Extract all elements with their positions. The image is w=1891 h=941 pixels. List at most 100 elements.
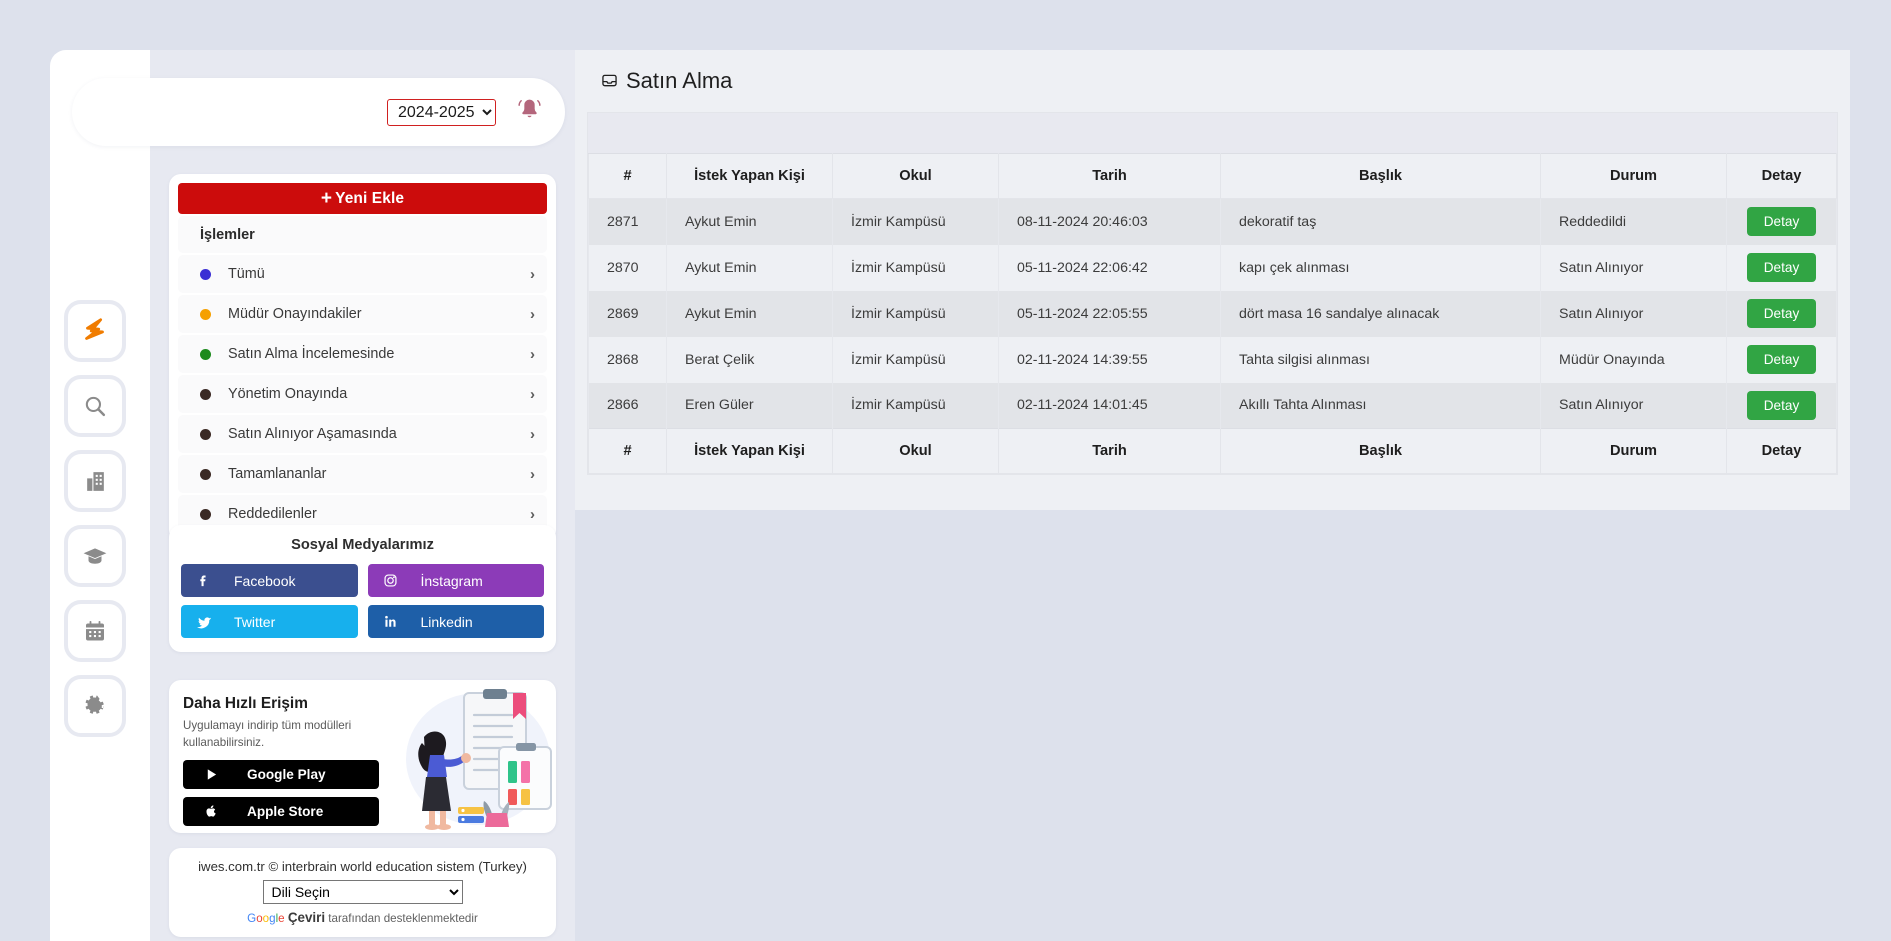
bell-icon <box>516 96 543 128</box>
cell-title: Akıllı Tahta Alınması <box>1220 382 1541 429</box>
operations-item-2[interactable]: Satın Alma İncelemesinde › <box>178 335 547 373</box>
detay-button[interactable]: Detay <box>1746 299 1817 328</box>
cell-title: Tahta silgisi alınması <box>1220 336 1541 383</box>
academic-year-select[interactable]: 2024-20252023-20242022-2023 <box>387 98 496 126</box>
language-select[interactable]: Dili SeçinEnglishTürkçeDeutsch <box>262 880 463 904</box>
rail-item-logo[interactable] <box>64 300 126 362</box>
detay-button[interactable]: Detay <box>1746 345 1817 374</box>
operations-item-label: Tümü <box>228 266 265 282</box>
notification-bell-button[interactable] <box>516 96 543 128</box>
cell-detay: Detay <box>1726 198 1837 245</box>
cell-status: Satın Alınıyor <box>1540 382 1727 429</box>
cell-detay: Detay <box>1726 244 1837 291</box>
operations-item-label: Satın Alınıyor Aşamasında <box>228 426 397 442</box>
table-row: 2868 Berat Çelik İzmir Kampüsü 02-11-2024 1… <box>588 336 1837 383</box>
apple-store-button[interactable]: Apple Store <box>183 796 379 826</box>
rail-item-calendar[interactable] <box>64 600 126 662</box>
col-header-date[interactable]: Tarih <box>998 153 1221 199</box>
search-icon <box>83 394 108 419</box>
calendar-icon <box>83 619 107 643</box>
building-icon <box>83 469 108 494</box>
detay-button[interactable]: Detay <box>1746 253 1817 282</box>
col-footer-title: Başlık <box>1220 428 1541 474</box>
cell-status: Satın Alınıyor <box>1540 244 1727 291</box>
operations-item-5[interactable]: Tamamlananlar › <box>178 455 547 493</box>
apple-icon <box>205 804 219 819</box>
cell-detay: Detay <box>1726 290 1837 337</box>
footer-card: iwes.com.tr © interbrain world education… <box>169 848 556 937</box>
rail-item-search[interactable] <box>64 375 126 437</box>
operations-card: + Yeni Ekle İşlemler Tümü › Müdür Onayında… <box>169 174 556 542</box>
detay-button[interactable]: Detay <box>1746 390 1817 420</box>
operations-item-label: Yönetim Onayında <box>228 386 348 402</box>
col-header-id[interactable]: # <box>588 153 667 199</box>
operations-item-0[interactable]: Tümü › <box>178 255 547 293</box>
chevron-right-icon: › <box>530 385 535 403</box>
icon-rail <box>64 300 146 737</box>
add-new-button[interactable]: + Yeni Ekle <box>178 183 547 214</box>
page-title: Satın Alma <box>575 50 1850 94</box>
social-button-label: Facebook <box>234 572 296 589</box>
cell-school: İzmir Kampüsü <box>832 244 999 291</box>
social-button-facebook[interactable]: Facebook <box>181 564 358 597</box>
detay-button[interactable]: Detay <box>1746 207 1817 237</box>
social-media-card: Sosyal Medyalarımız Facebook İnstagram Twi… <box>169 525 556 652</box>
facebook-icon <box>195 573 212 588</box>
cell-person: Aykut Emin <box>666 290 833 337</box>
cell-date: 02-11-2024 14:01:45 <box>998 382 1221 429</box>
cell-date: 02-11-2024 14:39:55 <box>998 336 1221 383</box>
cell-date: 05-11-2024 22:05:55 <box>998 290 1221 337</box>
table-body: 2871 Aykut Emin İzmir Kampüsü 08-11-2024 20… <box>588 198 1837 429</box>
social-button-twitter[interactable]: Twitter <box>181 605 358 638</box>
right-panel: Satın Alma # İstek Yapan Kişi Okul Tarih… <box>575 50 1850 490</box>
col-header-person[interactable]: İstek Yapan Kişi <box>666 153 833 199</box>
operations-item-4[interactable]: Satın Alınıyor Aşamasında › <box>178 415 547 453</box>
social-media-grid: Facebook İnstagram Twitter Linkedin <box>181 564 544 638</box>
cell-detay: Detay <box>1726 336 1837 383</box>
operations-list: Tümü › Müdür Onayındakiler › Satın Alma İnce… <box>178 255 547 533</box>
status-dot-icon <box>200 428 211 440</box>
cell-school: İzmir Kampüsü <box>832 290 999 337</box>
social-button-label: İnstagram <box>420 572 483 589</box>
rail-item-settings[interactable] <box>64 675 126 737</box>
play-triangle-icon <box>205 768 219 781</box>
table-footer-row: # İstek Yapan Kişi Okul Tarih Başlık Dur… <box>588 428 1837 474</box>
cell-person: Eren Güler <box>666 382 833 429</box>
operations-item-label: Satın Alma İncelemesinde <box>228 346 395 362</box>
google-translate-credit: Google Çeviri tarafından desteklenmekted… <box>179 910 546 925</box>
operations-item-1[interactable]: Müdür Onayındakiler › <box>178 295 547 333</box>
chevron-right-icon: › <box>530 465 535 483</box>
status-dot-icon <box>200 508 211 520</box>
col-header-status[interactable]: Durum <box>1540 153 1727 199</box>
col-header-detay[interactable]: Detay <box>1726 153 1837 199</box>
chevron-right-icon: › <box>530 345 535 363</box>
col-header-school[interactable]: Okul <box>832 153 999 199</box>
rail-item-campus[interactable] <box>64 450 126 512</box>
cell-date: 05-11-2024 22:06:42 <box>998 244 1221 291</box>
cell-id: 2868 <box>588 336 667 383</box>
operations-item-3[interactable]: Yönetim Onayında › <box>178 375 547 413</box>
promo-illustration <box>406 689 552 830</box>
apple-store-label: Apple Store <box>247 803 324 819</box>
purchase-table-card: # İstek Yapan Kişi Okul Tarih Başlık Dur… <box>587 112 1838 475</box>
operations-item-label: Müdür Onayındakiler <box>228 306 362 322</box>
translate-word: Çeviri <box>287 910 326 925</box>
col-footer-person: İstek Yapan Kişi <box>666 428 833 474</box>
add-new-label: Yeni Ekle <box>335 189 405 207</box>
translate-suffix: tarafından desteklenmektedir <box>328 912 478 925</box>
chevron-right-icon: › <box>530 305 535 323</box>
chevron-right-icon: › <box>530 425 535 443</box>
col-header-title[interactable]: Başlık <box>1220 153 1541 199</box>
cell-date: 08-11-2024 20:46:03 <box>998 198 1221 245</box>
inbox-icon <box>602 68 617 94</box>
social-button-linkedin[interactable]: Linkedin <box>367 605 544 638</box>
purchase-table: # İstek Yapan Kişi Okul Tarih Başlık Dur… <box>588 153 1837 474</box>
cell-id: 2866 <box>588 382 667 429</box>
cell-school: İzmir Kampüsü <box>832 198 999 245</box>
rail-item-education[interactable] <box>64 525 126 587</box>
social-button-i̇nstagram[interactable]: İnstagram <box>367 564 544 597</box>
operations-item-label: Reddedilenler <box>228 506 317 522</box>
google-play-button[interactable]: Google Play <box>183 759 379 789</box>
logo-icon <box>80 316 110 346</box>
cell-detay: Detay <box>1726 382 1837 429</box>
